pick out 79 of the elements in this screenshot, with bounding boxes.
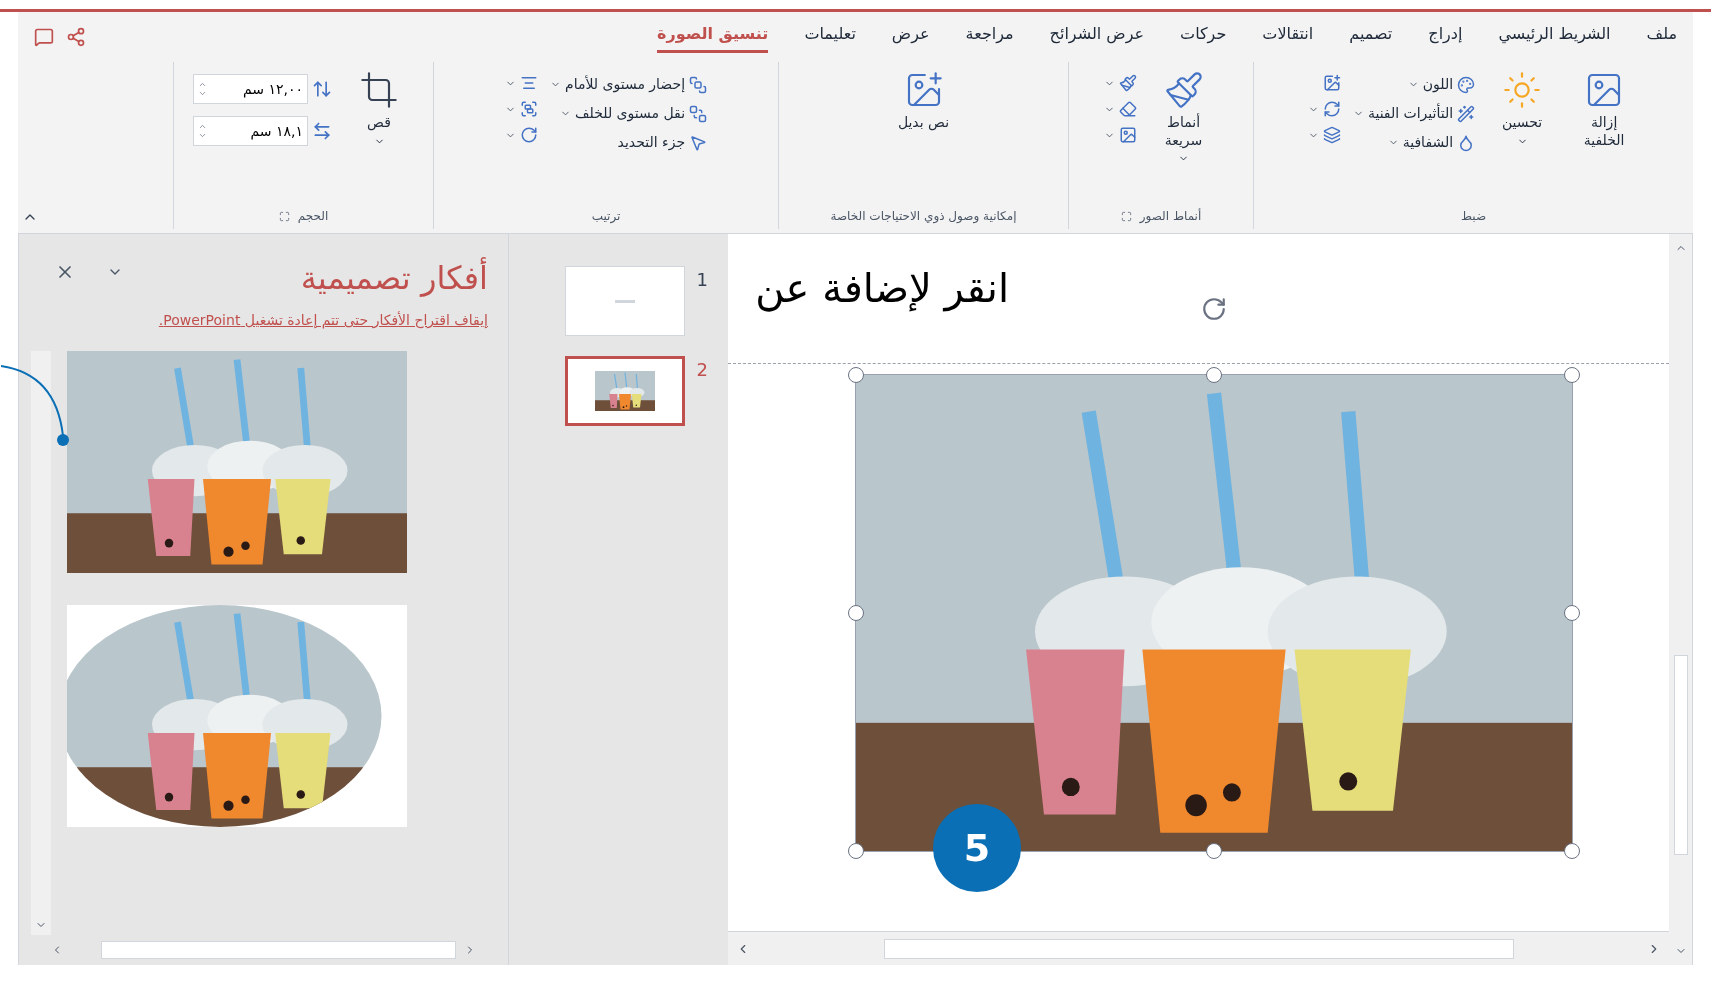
corrections-button[interactable]: تحسين <box>1487 70 1558 147</box>
callout-badge: 5 <box>933 804 1021 892</box>
ribbon-tab[interactable]: ملف <box>1646 21 1677 53</box>
tool-icon <box>1163 70 1204 110</box>
share-icon[interactable] <box>66 27 86 47</box>
tool-icon <box>689 75 708 94</box>
group-label: ترتيب <box>591 208 621 225</box>
ribbon-tab[interactable]: تصميم <box>1349 21 1393 53</box>
tool-icon <box>1118 126 1137 144</box>
bring-forward-button[interactable]: إحضار مستوى للأمام <box>549 74 708 95</box>
tool-icon <box>1118 100 1137 118</box>
rotate-button[interactable] <box>504 126 538 144</box>
transparency-button[interactable]: الشفافية <box>1352 132 1476 153</box>
rotate-handle[interactable] <box>1201 296 1227 322</box>
reset-picture-button[interactable] <box>1307 126 1341 144</box>
group-label: ضبط <box>1460 208 1487 225</box>
color-button[interactable]: اللون <box>1352 74 1476 95</box>
spinner-icon <box>198 122 207 140</box>
scroll-thumb[interactable] <box>1673 655 1688 855</box>
vertical-scrollbar[interactable] <box>1669 234 1693 965</box>
tool-icon <box>689 133 708 152</box>
change-picture-button[interactable] <box>1307 100 1341 118</box>
horizontal-scrollbar[interactable] <box>728 931 1669 965</box>
tool-icon <box>689 104 708 123</box>
tool-icon <box>1322 100 1341 118</box>
slide-title-placeholder[interactable]: انقر لإضافة عن <box>755 258 1009 318</box>
layout-button[interactable] <box>1103 126 1137 144</box>
height-field[interactable]: ١٢,٠٠ سم <box>193 74 308 104</box>
tool-icon <box>359 70 399 110</box>
slide-thumbnail[interactable] <box>564 356 685 426</box>
ribbon-tab[interactable]: عرض الشرائح <box>1049 21 1145 53</box>
align-button[interactable] <box>504 74 538 92</box>
scroll-thumb[interactable] <box>101 941 456 959</box>
artistic-effects-button[interactable]: التأثيرات الفنية <box>1352 103 1476 124</box>
comment-icon[interactable] <box>34 27 54 47</box>
selection-pane-button[interactable]: جزء التحديد <box>549 132 708 153</box>
size-icon <box>312 121 332 141</box>
tool-icon <box>1322 126 1341 144</box>
tool-icon <box>1502 70 1543 110</box>
size-icon <box>312 79 332 99</box>
thumbnail-photo-drawing <box>594 371 655 411</box>
slide-number: 2 <box>696 358 708 382</box>
crop-button[interactable]: قص <box>344 70 414 147</box>
ribbon-tab[interactable]: مراجعة <box>965 21 1014 53</box>
tool-icon <box>1457 75 1476 94</box>
ribbon-tab[interactable]: تنسيق الصورة <box>657 21 769 53</box>
remove-background-button[interactable]: إزالة الخلفية <box>1569 70 1640 149</box>
ribbon-tab[interactable]: حركات <box>1180 21 1227 53</box>
ribbon-tab[interactable]: تعليمات <box>804 21 856 53</box>
border-button[interactable] <box>1103 74 1137 92</box>
selected-picture[interactable] <box>847 366 1581 860</box>
tool-icon <box>519 100 538 118</box>
pane-vertical-scrollbar[interactable] <box>31 351 51 935</box>
group-label: إمكانية وصول ذوي الاحتياجات الخاصة <box>830 208 1017 225</box>
stop-ideas-link[interactable]: إيقاف اقتراح الأفكار حتى تتم إعادة تشغيل PowerPoint. <box>128 310 508 331</box>
scroll-thumb[interactable] <box>883 938 1514 959</box>
group-label: الحجم <box>297 208 329 225</box>
title-line-icon <box>614 299 635 303</box>
ribbon-tab[interactable]: عرض <box>891 21 930 53</box>
launcher-icon[interactable] <box>278 210 290 222</box>
tool-icon <box>1118 74 1137 92</box>
tool-icon <box>1322 74 1341 92</box>
pane-title: أفكار تصميمية <box>300 256 488 299</box>
tool-icon <box>519 126 538 144</box>
ribbon-tab[interactable]: الشريط الرئيسي <box>1498 21 1611 53</box>
group-label: أنماط الصور <box>1139 207 1202 225</box>
send-backward-button[interactable]: نقل مستوى للخلف <box>549 103 708 124</box>
alt-text-button[interactable]: نص بديل <box>888 70 959 132</box>
group-button[interactable] <box>504 100 538 118</box>
launcher-icon[interactable] <box>1120 210 1132 222</box>
quick-styles-button[interactable]: أنماط سريعة <box>1148 70 1219 164</box>
ribbon-tab[interactable]: إدراج <box>1428 21 1463 53</box>
tool-icon <box>1457 104 1476 123</box>
effects-button[interactable] <box>1103 100 1137 118</box>
tool-icon <box>519 74 538 92</box>
ribbon-tab[interactable]: انتقالات <box>1262 21 1314 53</box>
width-field[interactable]: ١٨,١ سم <box>193 116 308 146</box>
slide-number: 1 <box>696 268 708 292</box>
spinner-icon <box>198 80 207 98</box>
